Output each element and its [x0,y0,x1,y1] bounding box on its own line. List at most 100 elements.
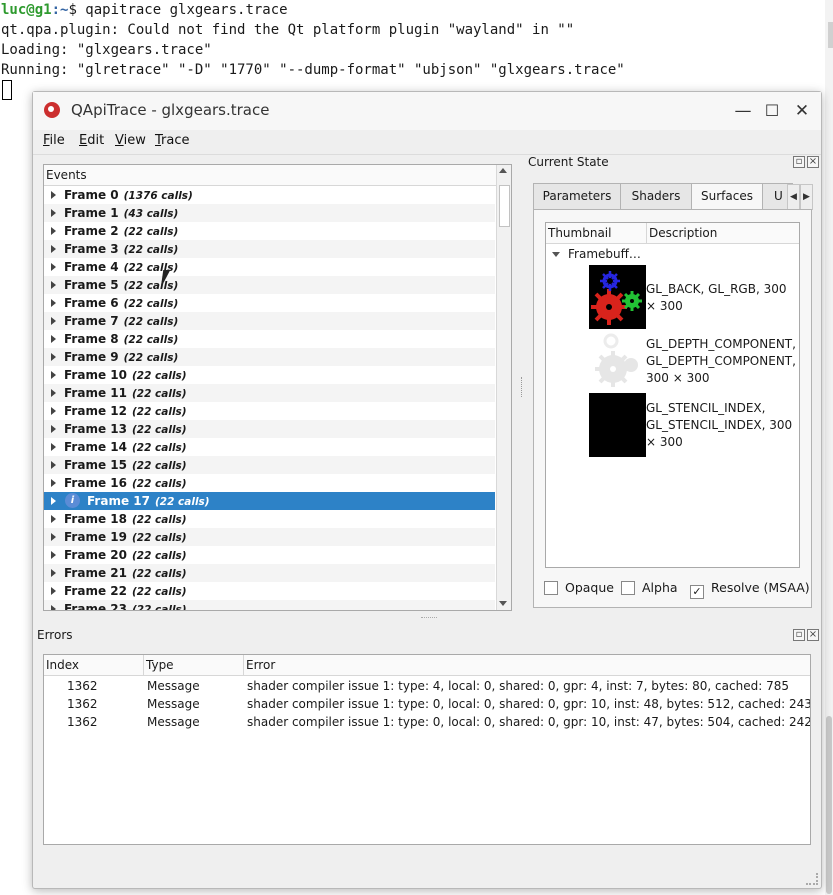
close-dock-icon[interactable]: × [807,156,819,168]
event-frame-row[interactable]: Frame 10 (22 calls) [44,366,495,384]
error-row[interactable]: 1362 Message shader compiler issue 1: type… [44,713,810,731]
event-frame-row[interactable]: Frame 0 (1376 calls) [44,186,495,204]
expand-arrow-icon[interactable] [51,371,56,379]
float-dock-icon[interactable]: ▫ [793,629,805,641]
float-dock-icon[interactable]: ▫ [793,156,805,168]
error-row[interactable]: 1362 Message shader compiler issue 1: type… [44,695,810,713]
menu-view[interactable]: View [115,133,146,148]
event-frame-row[interactable]: Frame 20 (22 calls) [44,546,495,564]
expand-arrow-icon[interactable] [51,515,56,523]
event-frame-row[interactable]: Frame 13 (22 calls) [44,420,495,438]
expand-arrow-icon[interactable] [51,425,56,433]
resolve-msaa-checkbox[interactable]: ✓ Resolve (MSAA) [690,580,810,599]
errors-table[interactable]: Index Type Error 1362 Message shader compi… [43,654,811,845]
checkbox-box[interactable] [621,581,635,595]
expand-arrow-icon[interactable] [51,209,56,217]
scroll-down-arrow-icon[interactable] [499,601,507,606]
expand-arrow-icon[interactable] [51,497,56,505]
event-frame-row[interactable]: Frame 4 (22 calls) [44,258,495,276]
event-frame-row[interactable]: Frame 16 (22 calls) [44,474,495,492]
event-frame-row[interactable]: Frame 12 (22 calls) [44,402,495,420]
opaque-checkbox[interactable]: Opaque [544,580,614,596]
error-column-header[interactable]: Error [243,655,275,675]
expand-arrow-icon[interactable] [51,191,56,199]
events-scrollbar-thumb[interactable] [499,185,510,227]
terminal[interactable]: luc@g1:~$ qapitrace glxgears.trace qt.qp… [0,0,833,100]
event-frame-row[interactable]: Frame 21 (22 calls) [44,564,495,582]
tab-parameters[interactable]: Parameters [533,183,621,209]
title-bar[interactable]: QApiTrace - glxgears.trace — ☐ ✕ [33,92,821,131]
tab-surfaces[interactable]: Surfaces [691,183,763,210]
tab-scroll-right-icon[interactable]: ▶ [800,184,813,210]
index-column-header[interactable]: Index [44,655,79,675]
expand-arrow-icon[interactable] [51,605,56,610]
event-frame-row[interactable]: i Frame 17 (22 calls) [44,492,495,510]
event-frame-row[interactable]: Frame 18 (22 calls) [44,510,495,528]
event-frame-row[interactable]: Frame 22 (22 calls) [44,582,495,600]
expand-arrow-icon[interactable] [51,533,56,541]
events-tree[interactable]: Events Frame 0 (1376 calls) Frame 1 (43 cal… [43,164,512,611]
menu-trace[interactable]: Trace [155,133,190,148]
event-frame-row[interactable]: Frame 8 (22 calls) [44,330,495,348]
terminal-scrollbar-thumb[interactable] [826,716,832,894]
framebuffer-group-row[interactable]: Framebuff… [546,244,799,264]
menu-file[interactable]: File [43,133,65,148]
expand-arrow-icon[interactable] [51,335,56,343]
terminal-scrollbar[interactable] [825,0,833,895]
type-column-header[interactable]: Type [143,655,174,675]
thumbnail-column-header[interactable]: Thumbnail [548,223,611,243]
tab-scroll-left-icon[interactable]: ◀ [787,184,800,210]
expand-arrow-icon[interactable] [51,245,56,253]
frame-calls-count: (22 calls) [123,316,179,328]
alpha-checkbox[interactable]: Alpha [621,580,678,596]
event-frame-row[interactable]: Frame 3 (22 calls) [44,240,495,258]
minimize-button[interactable]: — [732,100,754,122]
expand-arrow-icon[interactable] [51,389,56,397]
maximize-button[interactable]: ☐ [761,100,783,122]
surface-description: GL_DEPTH_COMPONENT, GL_DEPTH_COMPONENT, … [646,337,796,385]
expand-arrow-icon[interactable] [51,281,56,289]
event-frame-row[interactable]: Frame 19 (22 calls) [44,528,495,546]
frame-calls-count: (22 calls) [131,532,187,544]
event-frame-row[interactable]: Frame 1 (43 calls) [44,204,495,222]
checkmark-icon[interactable]: ✓ [690,585,704,599]
scroll-up-arrow-icon[interactable] [499,168,507,173]
event-frame-row[interactable]: Frame 6 (22 calls) [44,294,495,312]
errors-title: Errors [37,628,73,642]
event-frame-row[interactable]: Frame 9 (22 calls) [44,348,495,366]
expand-arrow-icon[interactable] [51,587,56,595]
expand-arrow-icon[interactable] [51,263,56,271]
menu-bar: File Edit View Trace [33,130,821,155]
events-list[interactable]: Frame 0 (1376 calls) Frame 1 (43 calls) Fram… [44,186,495,610]
event-frame-row[interactable]: Frame 7 (22 calls) [44,312,495,330]
expand-arrow-icon[interactable] [51,569,56,577]
close-dock-icon[interactable]: × [807,629,819,641]
window-resize-grip[interactable] [806,873,818,885]
events-scrollbar[interactable] [496,165,511,610]
event-frame-row[interactable]: Frame 5 (22 calls) [44,276,495,294]
expand-arrow-icon[interactable] [51,299,56,307]
expand-arrow-icon[interactable] [552,252,560,257]
expand-arrow-icon[interactable] [51,443,56,451]
event-frame-row[interactable]: Frame 14 (22 calls) [44,438,495,456]
horizontal-splitter-handle[interactable] [421,617,437,620]
expand-arrow-icon[interactable] [51,227,56,235]
expand-arrow-icon[interactable] [51,551,56,559]
surfaces-tree[interactable]: Thumbnail Description Framebuff… GL_BACK… [545,222,800,568]
expand-arrow-icon[interactable] [51,407,56,415]
expand-arrow-icon[interactable] [51,317,56,325]
event-frame-row[interactable]: Frame 2 (22 calls) [44,222,495,240]
menu-edit[interactable]: Edit [79,133,104,148]
close-button[interactable]: ✕ [791,100,813,122]
checkbox-box[interactable] [544,581,558,595]
vertical-splitter-handle[interactable] [521,377,524,397]
event-frame-row[interactable]: Frame 11 (22 calls) [44,384,495,402]
tab-shaders[interactable]: Shaders [620,183,692,209]
expand-arrow-icon[interactable] [51,479,56,487]
event-frame-row[interactable]: Frame 15 (22 calls) [44,456,495,474]
description-column-header[interactable]: Description [646,223,717,243]
expand-arrow-icon[interactable] [51,461,56,469]
event-frame-row[interactable]: Frame 23 (22 calls) [44,600,495,610]
expand-arrow-icon[interactable] [51,353,56,361]
error-row[interactable]: 1362 Message shader compiler issue 1: type… [44,677,810,695]
